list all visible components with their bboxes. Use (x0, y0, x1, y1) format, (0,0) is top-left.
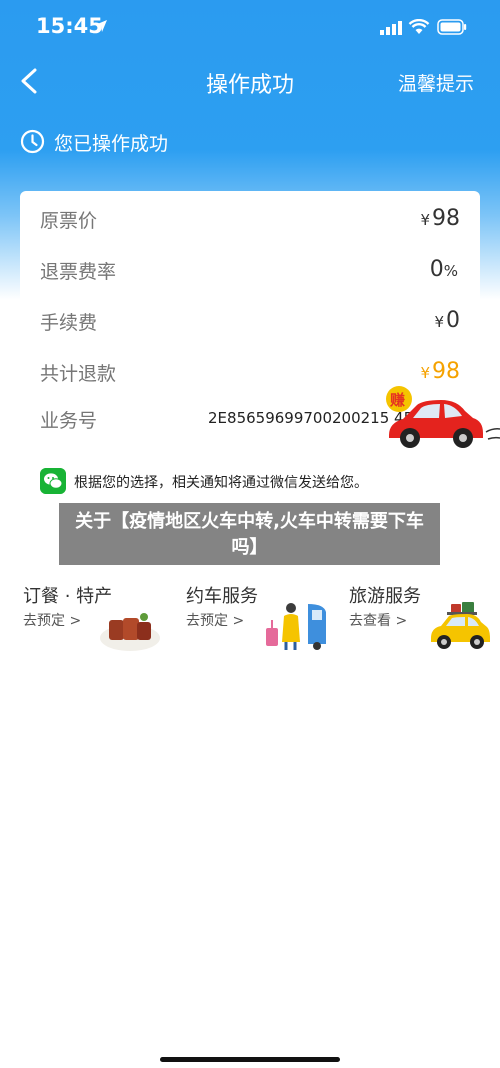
nav-bar: 操作成功 温馨提示 (0, 58, 500, 104)
service-title: 约车服务 (186, 586, 258, 607)
tips-link[interactable]: 温馨提示 (398, 69, 474, 96)
row-value: 0% (429, 257, 458, 282)
service-tourism[interactable]: 旅游服务 去查看 > (349, 582, 499, 654)
service-action[interactable]: 去预定 > (186, 610, 244, 630)
wechat-notice: 根据您的选择，相关通知将通过微信发送给您。 (40, 468, 460, 498)
row-label: 共计退款 (40, 363, 117, 385)
total-refund-value: ¥98 (420, 359, 460, 384)
success-message: 您已操作成功 (54, 133, 169, 155)
stamp-text: 赚 (389, 391, 405, 409)
row-value: ¥98 (420, 206, 460, 231)
status-bar: 15:45 (0, 0, 500, 54)
service-title: 旅游服务 (349, 586, 421, 607)
service-action[interactable]: 去查看 > (349, 610, 407, 630)
row-label: 原票价 (40, 210, 98, 232)
battery-icon (437, 19, 467, 35)
cellular-signal-icon (380, 21, 402, 35)
food-plate-illustration (100, 613, 160, 651)
row-fee-rate: 退票费率 0% (40, 257, 460, 291)
red-car-stamp-illustration: 赚 (386, 386, 500, 448)
service-car-hailing[interactable]: 约车服务 去预定 > (186, 582, 336, 654)
row-label: 退票费率 (40, 261, 117, 283)
article-title-overlay[interactable]: 关于【疫情地区火车中转,火车中转需要下车吗】 (59, 503, 440, 565)
service-title: 订餐 · 特产 (23, 586, 113, 607)
service-food-specialty[interactable]: 订餐 · 特产 去预定 > (23, 582, 173, 654)
home-indicator (160, 1057, 340, 1062)
row-value: ¥0 (434, 308, 460, 333)
wechat-icon (40, 468, 66, 494)
row-label: 业务号 (40, 410, 98, 432)
row-service-fee: 手续费 ¥0 (40, 308, 460, 342)
clock-icon (20, 129, 45, 154)
refund-card: 原票价 ¥98 退票费率 0% 手续费 ¥0 共计退款 ¥98 业务号 2E85… (20, 191, 480, 510)
service-action[interactable]: 去预定 > (23, 610, 81, 630)
row-original-price: 原票价 ¥98 (40, 206, 460, 240)
wifi-icon (408, 19, 430, 34)
article-title: 关于【疫情地区火车中转,火车中转需要下车吗】 (75, 511, 424, 558)
location-arrow-icon (95, 20, 107, 32)
wechat-note: 根据您的选择，相关通知将通过微信发送给您。 (74, 475, 368, 491)
status-time: 15:45 (36, 14, 103, 38)
yellow-car-illustration (431, 602, 490, 649)
traveler-car-illustration (266, 603, 326, 650)
row-label: 手续费 (40, 312, 98, 334)
